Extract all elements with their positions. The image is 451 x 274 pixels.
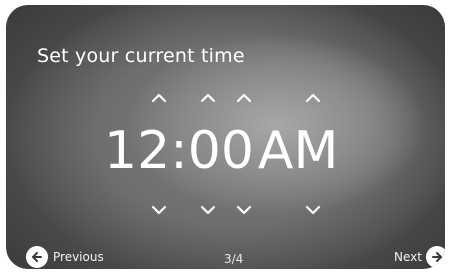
page-title: Set your current time: [37, 45, 245, 67]
chevron-up-icon: [200, 93, 216, 103]
minute-ones-digit: 0: [220, 121, 254, 181]
time-display: 12:00AM: [104, 121, 338, 181]
previous-circle: [26, 246, 48, 268]
minute-ones-down-button[interactable]: [232, 201, 256, 219]
hour-up-button[interactable]: [147, 89, 171, 107]
arrow-left-icon: [32, 252, 42, 262]
minute-tens-up-button[interactable]: [196, 89, 220, 107]
next-circle: [425, 246, 445, 268]
minute-tens-down-button[interactable]: [196, 201, 220, 219]
time-separator: :: [170, 121, 188, 181]
chevron-up-icon: [236, 93, 252, 103]
next-label: Next: [394, 250, 422, 264]
arrow-right-icon: [431, 252, 442, 262]
previous-label: Previous: [53, 250, 104, 264]
next-button[interactable]: Next: [394, 246, 445, 268]
minute-ones-up-button[interactable]: [232, 89, 256, 107]
device-screen: Set your current time 12:00AM Previous 3…: [6, 5, 445, 269]
period-value: AM: [257, 121, 339, 181]
page-indicator: 3/4: [224, 252, 244, 266]
chevron-up-icon: [151, 93, 167, 103]
chevron-up-icon: [305, 93, 321, 103]
hour-ones-digit: 2: [137, 121, 171, 181]
chevron-down-icon: [151, 205, 167, 215]
chevron-down-icon: [200, 205, 216, 215]
hour-down-button[interactable]: [147, 201, 171, 219]
previous-button[interactable]: Previous: [26, 246, 104, 268]
period-down-button[interactable]: [301, 201, 325, 219]
hour-tens-digit: 1: [104, 121, 138, 181]
period-up-button[interactable]: [301, 89, 325, 107]
chevron-down-icon: [305, 205, 321, 215]
chevron-down-icon: [236, 205, 252, 215]
minute-tens-digit: 0: [187, 121, 221, 181]
